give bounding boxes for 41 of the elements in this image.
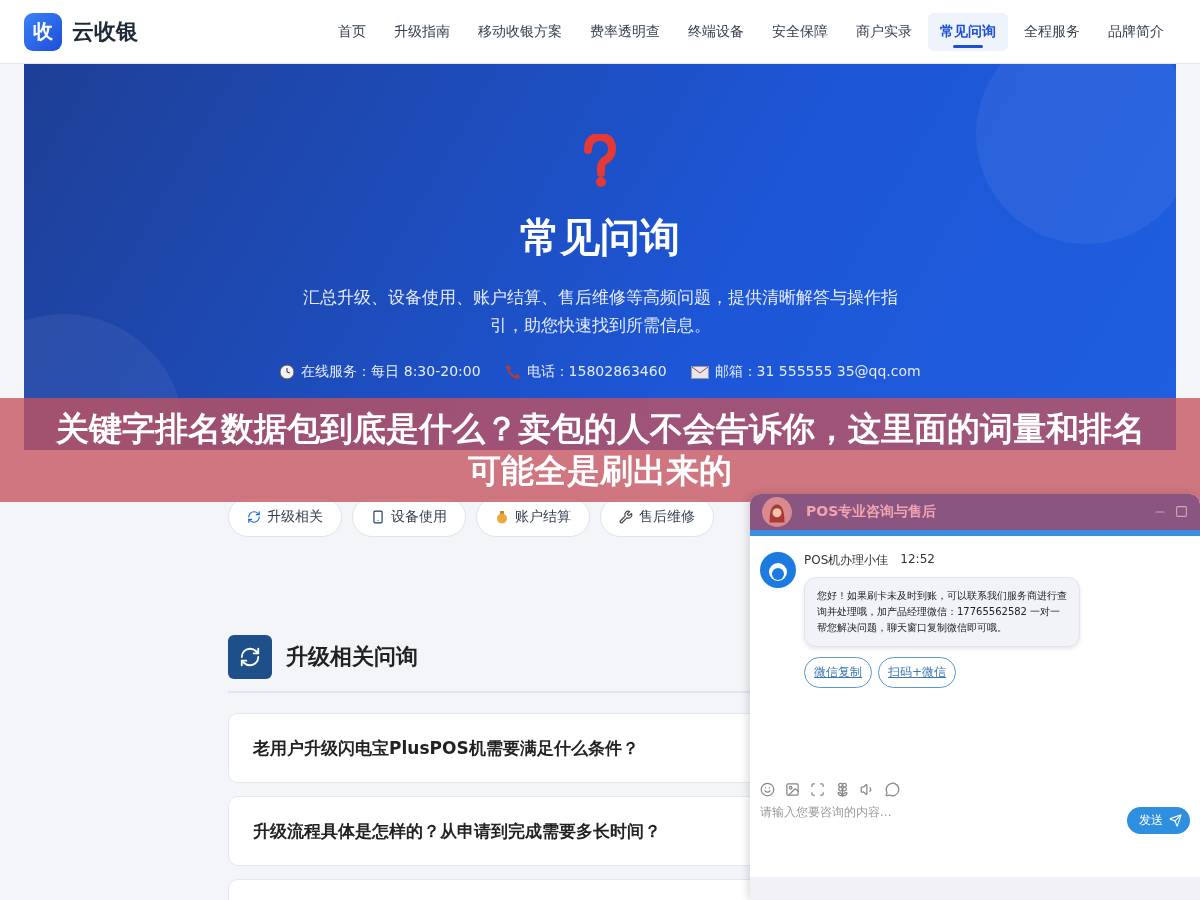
money-bag-icon bbox=[495, 510, 509, 524]
nav-link[interactable]: 移动收银方案 bbox=[466, 12, 574, 51]
agent-avatar-icon bbox=[760, 552, 796, 588]
chat-bubbles-icon[interactable] bbox=[885, 782, 900, 797]
logo-icon[interactable]: 收 bbox=[24, 12, 62, 51]
nav-link[interactable]: 安全保障 bbox=[760, 12, 840, 51]
headline-text: 关键字排名数据包到底是什么？卖包的人不会告诉你，这里面的词量和排名可能全是刷出来的 bbox=[55, 408, 1145, 492]
brand-name: 云收银 bbox=[72, 17, 138, 46]
nav-link[interactable]: 升级指南 bbox=[382, 12, 462, 51]
nav-link[interactable]: 全程服务 bbox=[1012, 12, 1092, 51]
wrench-icon bbox=[619, 510, 633, 524]
refresh-icon bbox=[247, 510, 261, 524]
page-subtitle: 汇总升级、设备使用、账户结算、售后维修等高频问题，提供清晰解答与操作指引，助您快速找到所需信息。 bbox=[301, 286, 899, 337]
nav-link[interactable]: 品牌简介 bbox=[1096, 12, 1176, 51]
message-time: 12:52 bbox=[900, 552, 935, 568]
nav-link[interactable]: 终端设备 bbox=[676, 12, 756, 51]
nav-link[interactable]: 商户实录 bbox=[844, 12, 924, 51]
phone-icon bbox=[371, 510, 385, 524]
section-title: 升级相关问询 bbox=[286, 643, 418, 671]
nav-link[interactable]: 费率透明查 bbox=[578, 12, 672, 51]
avatar-icon bbox=[762, 497, 792, 527]
screenshot-icon[interactable] bbox=[810, 782, 825, 797]
contact-text: 邮箱：31 555555 35@qq.com bbox=[714, 363, 921, 381]
nav-link[interactable]: 首页 bbox=[326, 12, 378, 51]
contact-text: 电话：15802863460 bbox=[526, 363, 667, 381]
page-title: 常见问询 bbox=[520, 213, 680, 262]
nav-link[interactable]: 常见问询 bbox=[928, 12, 1008, 51]
image-icon[interactable] bbox=[785, 782, 800, 797]
message-bubble: 您好！如果刷卡未及时到账，可以联系我们服务商进行查询并处理哦，加产品经理微信：17765562582 一对一帮您解决问题，聊天窗口复制微信即可哦。 bbox=[804, 577, 1080, 647]
chat-title: POS专业咨询与售后 bbox=[806, 503, 937, 521]
refresh-icon bbox=[228, 635, 272, 679]
flower-icon[interactable] bbox=[835, 782, 850, 797]
emoji-icon[interactable] bbox=[760, 782, 775, 797]
phone-icon bbox=[504, 364, 521, 380]
maximize-icon[interactable] bbox=[1175, 505, 1188, 518]
envelope-icon bbox=[690, 365, 709, 379]
question-mark-icon bbox=[582, 134, 618, 188]
send-icon bbox=[1169, 814, 1182, 827]
agent-name: POS机办理小佳 bbox=[804, 552, 889, 569]
clock-icon bbox=[279, 364, 296, 380]
contact-text: 在线服务：每日 8:30-20:00 bbox=[301, 363, 481, 381]
